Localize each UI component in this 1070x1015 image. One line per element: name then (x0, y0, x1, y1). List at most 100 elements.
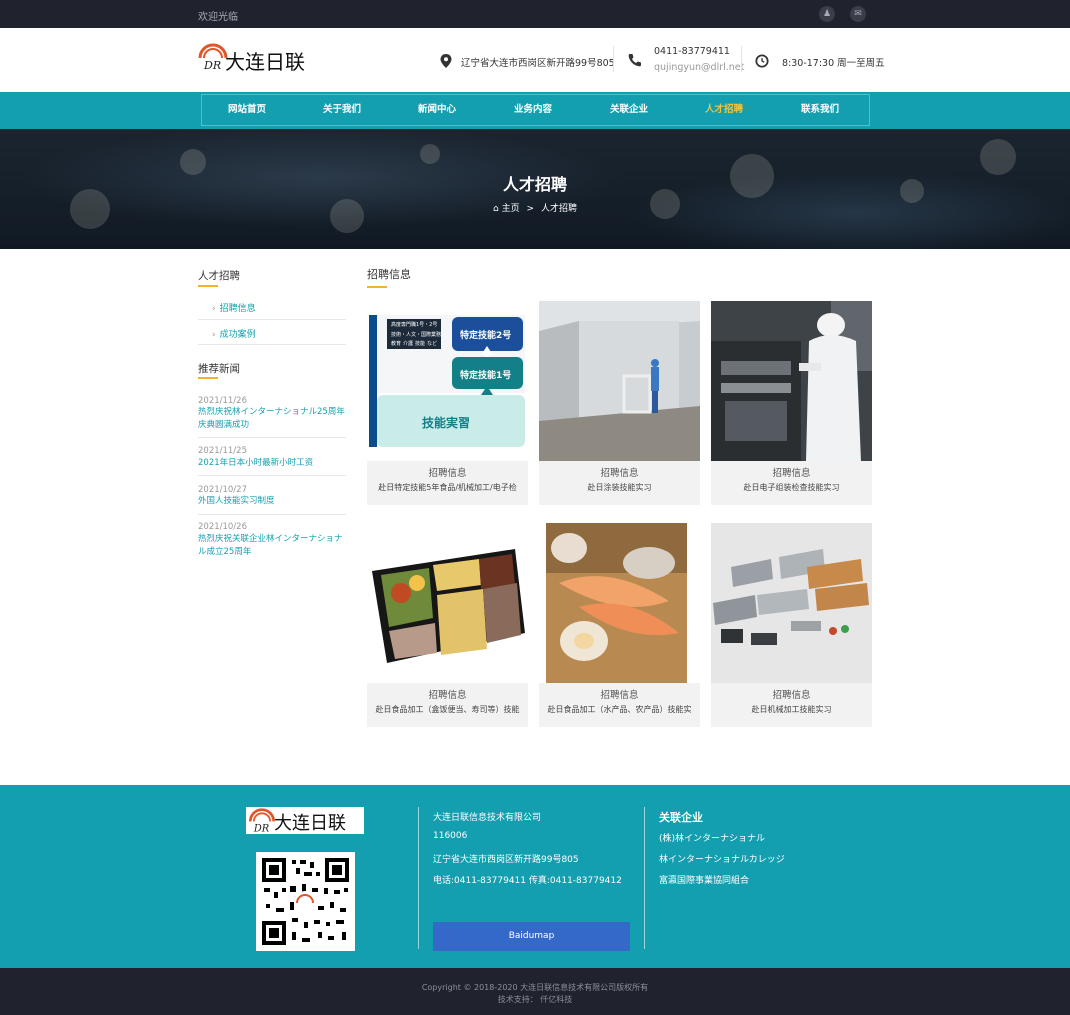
news-link[interactable]: 热烈庆祝关联企业林インターナショナル成立25周年 (198, 533, 346, 559)
page-banner: 人才招聘 ⌂ 主页 > 人才招聘 (0, 129, 1070, 249)
card-image-machined-parts (711, 523, 872, 683)
location-pin-icon (440, 54, 452, 68)
nav-item-news[interactable]: 新闻中心 (389, 95, 485, 125)
home-icon: ⌂ (493, 204, 499, 214)
footer-logo[interactable]: DR 大连日联 (246, 807, 364, 834)
page-title: 人才招聘 (502, 175, 567, 194)
nav-box: 网站首页 关于我们 新闻中心 业务内容 关联企业 人才招聘 联系我们 (201, 94, 870, 126)
job-card[interactable]: 招聘信息 赴日电子组装检查技能实习 (711, 301, 872, 505)
footer-company: 大连日联信息技术有限公司 (433, 813, 542, 823)
svg-text:DR: DR (253, 823, 270, 834)
nav-item-home[interactable]: 网站首页 (199, 95, 295, 125)
breadcrumb-home[interactable]: 主页 (502, 204, 520, 214)
nav-item-related[interactable]: 关联企业 (581, 95, 677, 125)
news-date: 2021/10/27 (198, 485, 247, 495)
phone-text: 0411-83779411 (654, 46, 730, 57)
job-card[interactable]: 招聘信息 赴日涂装技能实习 (539, 301, 700, 505)
qq-icon[interactable]: ♟ (819, 6, 835, 22)
chevron-right-icon: › (212, 304, 216, 314)
news-link[interactable]: 2021年日本小时最新小时工资 (198, 457, 346, 470)
baidumap-button[interactable]: Baidumap (433, 922, 630, 951)
main-nav: 网站首页 关于我们 新闻中心 业务内容 关联企业 人才招聘 联系我们 (0, 92, 1070, 129)
visa-tag: 介護 (403, 341, 414, 347)
news-divider (198, 437, 346, 438)
sidebar-item-cases[interactable]: › 成功案例 (212, 327, 256, 340)
section-title: 招聘信息 (367, 268, 411, 281)
related-companies-title: 关联企业 (659, 811, 703, 824)
card-title: 招聘信息 (772, 690, 811, 701)
related-company-link[interactable]: (株)林インターナショナル (659, 831, 765, 844)
nav-item-careers[interactable]: 人才招聘 (676, 95, 772, 125)
wechat-icon[interactable]: ✉ (850, 6, 866, 22)
news-title-underline (198, 377, 218, 379)
card-description: 赴日食品加工（盒饭便当、寿司等）技能 (375, 705, 520, 714)
visa-box-level1: 特定技能1号 (460, 371, 512, 381)
related-company-link[interactable]: 林インターナショナルカレッジ (659, 852, 785, 865)
job-card[interactable]: 高度専門職1号・2号 技術・人文・国際業務 教育 介護 技能 など 特定技能2号… (367, 301, 528, 505)
copyright-text: Copyright © 2018-2020 大连日联信息技术有限公司版权所有 (421, 983, 649, 992)
visa-tag: 教育 (391, 341, 402, 347)
email-text[interactable]: qujingyun@dlrl.net (654, 62, 744, 73)
nav-item-contact[interactable]: 联系我们 (772, 95, 868, 125)
sidebar-item-label: 招聘信息 (219, 304, 256, 314)
nav-item-business[interactable]: 业务内容 (485, 95, 581, 125)
site-logo[interactable]: DR 大连日联 (198, 42, 316, 74)
card-image-seafood (539, 523, 700, 683)
breadcrumb-current: 人才招聘 (540, 204, 577, 214)
visa-tag: 技能 (415, 341, 426, 347)
breadcrumb: ⌂ 主页 > 人才招聘 (0, 201, 1070, 214)
card-image-painting-booth (539, 301, 700, 461)
news-date: 2021/11/25 (198, 446, 247, 456)
address-text: 辽宁省大连市西岗区新开路99号805 (461, 58, 615, 69)
clock-icon (755, 54, 769, 68)
card-description: 赴日食品加工（水产品、农产品）技能实 (547, 705, 692, 714)
visa-bottom-box: 技能実習 (422, 416, 471, 430)
nav-item-about[interactable]: 关于我们 (294, 95, 390, 125)
card-image-bento-box (367, 523, 528, 683)
bottom-bar: Copyright © 2018-2020 大连日联信息技术有限公司版权所有 技… (0, 968, 1070, 1015)
news-divider (198, 475, 346, 476)
hours-text: 8:30-17:30 周一至周五 (782, 58, 885, 69)
footer-logo-text: 大连日联 (274, 813, 346, 834)
sidebar-title: 人才招聘 (198, 270, 240, 282)
news-link[interactable]: 外国人技能实习制度 (198, 495, 346, 508)
card-description: 赴日特定技能5年食品/机械加工/电子检 (378, 483, 517, 492)
header-divider (613, 46, 614, 72)
banner-bokeh (980, 139, 1016, 175)
logo-text: 大连日联 (225, 50, 305, 74)
card-title: 招聘信息 (600, 690, 639, 701)
sidebar-item-recruit-info[interactable]: › 招聘信息 (212, 301, 256, 314)
card-image-electronics-assembly (711, 301, 872, 461)
job-card[interactable]: 招聘信息 赴日机械加工技能实习 (711, 523, 872, 727)
footer-postcode: 116006 (433, 831, 468, 841)
section-title-underline (367, 286, 387, 288)
footer-contact: 电话:0411-83779411 传真:0411-83779412 (433, 876, 622, 886)
news-link[interactable]: 热烈庆祝林インターナショナル25周年庆典圆满成功 (198, 406, 346, 432)
phone-icon (628, 54, 641, 67)
sidebar-item-label: 成功案例 (219, 330, 256, 340)
related-company-link[interactable]: 富瀛国際事業協同組合 (659, 873, 749, 886)
card-description: 赴日涂装技能实习 (587, 483, 652, 492)
svg-text:DR: DR (203, 59, 221, 72)
card-title: 招聘信息 (428, 690, 467, 701)
visa-top-box: 高度専門職1号・2号 (391, 322, 438, 328)
visa-box-level2: 特定技能2号 (460, 331, 512, 341)
footer-divider (418, 807, 419, 949)
job-card[interactable]: 招聘信息 赴日食品加工（水产品、农产品）技能实 (539, 523, 700, 727)
news-section-title: 推荐新闻 (198, 363, 240, 375)
banner-bokeh (420, 144, 440, 164)
support-text: 技术支持： 仟亿科技 (497, 995, 573, 1004)
card-title: 招聘信息 (600, 468, 639, 479)
sidebar-title-underline (198, 285, 218, 287)
site-header: DR 大连日联 辽宁省大连市西岗区新开路99号805 0411-83779411… (0, 28, 1070, 92)
visa-top-row: 技術・人文・国際業務 (391, 332, 442, 338)
job-card[interactable]: 招聘信息 赴日食品加工（盒饭便当、寿司等）技能 (367, 523, 528, 727)
footer-divider (644, 807, 645, 949)
card-description: 赴日机械加工技能实习 (751, 705, 832, 714)
logo-mark-icon: DR (198, 43, 228, 72)
news-date: 2021/10/26 (198, 522, 247, 532)
card-title: 招聘信息 (428, 468, 467, 479)
chevron-right-icon: › (212, 330, 216, 340)
news-divider (198, 514, 346, 515)
site-footer: DR 大连日联 大连日联信息技术有限公司 116006 辽宁省大连市西岗区新开路… (0, 785, 1070, 968)
